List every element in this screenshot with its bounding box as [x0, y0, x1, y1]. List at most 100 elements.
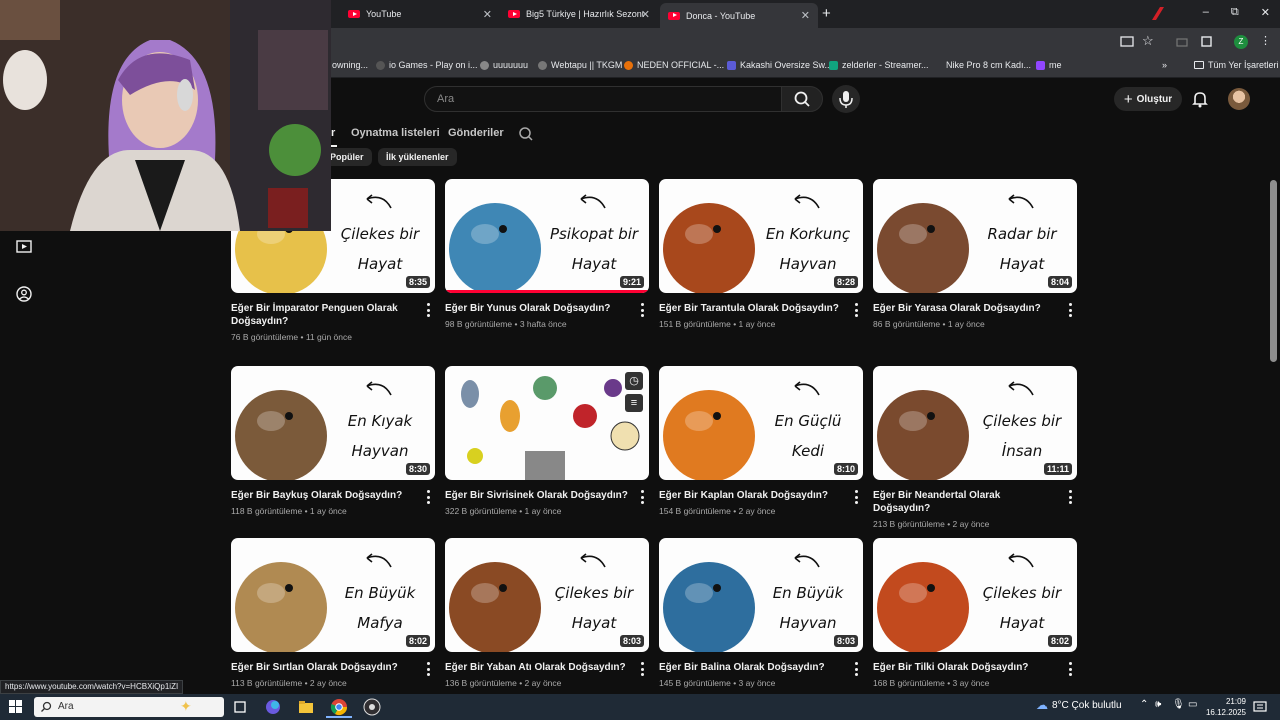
- video-title[interactable]: Eğer Bir Baykuş Olarak Doğsaydın?: [231, 489, 435, 502]
- video-title[interactable]: Eğer Bir Tilki Olarak Doğsaydın?: [873, 661, 1077, 674]
- bookmark-item[interactable]: owning...: [332, 60, 368, 70]
- restore-icon[interactable]: ⧉: [1231, 6, 1239, 19]
- video-thumbnail[interactable]: Psikopat bir Hayat 9:21: [445, 179, 649, 293]
- your-videos-icon[interactable]: [16, 238, 32, 254]
- profile-avatar[interactable]: Z: [1234, 35, 1248, 49]
- video-title[interactable]: Eğer Bir İmparator Penguen Olarak Doğsay…: [231, 302, 435, 328]
- more-actions-icon[interactable]: [855, 490, 859, 504]
- tab-donca[interactable]: Donca - YouTube ✕: [660, 3, 818, 28]
- video-card[interactable]: Çilekes bir İnsan 11:11 Eğer Bir Neandertal…: [873, 366, 1077, 529]
- video-card[interactable]: En Büyük Hayvan 8:03 Eğer Bir Balina Olarak…: [659, 538, 863, 688]
- video-thumbnail[interactable]: En Güçlü Kedi 8:10: [659, 366, 863, 480]
- bookmark-item[interactable]: NEDEN OFFICIAL -...: [624, 60, 724, 70]
- bookmark-star-icon[interactable]: ☆: [1142, 33, 1154, 49]
- video-title[interactable]: Eğer Bir Yunus Olarak Doğsaydın?: [445, 302, 649, 315]
- more-actions-icon[interactable]: [855, 303, 859, 317]
- mic-tray-icon[interactable]: 🎙: [1172, 699, 1185, 710]
- video-thumbnail[interactable]: En Korkunç Hayvan 8:28: [659, 179, 863, 293]
- clock[interactable]: 21:09 16.12.2025: [1200, 696, 1246, 718]
- taskbar-search-input[interactable]: Ara: [34, 697, 224, 717]
- close-icon[interactable]: ✕: [483, 8, 492, 21]
- channel-search-icon[interactable]: [518, 126, 534, 142]
- video-card[interactable]: En Güçlü Kedi 8:10 Eğer Bir Kaplan Olarak D…: [659, 366, 863, 516]
- more-actions-icon[interactable]: [855, 662, 859, 676]
- create-button[interactable]: + Oluştur: [1114, 87, 1182, 111]
- chip-oldest[interactable]: İlk yüklenenler: [378, 148, 457, 166]
- notification-icon[interactable]: [1253, 700, 1267, 714]
- add-to-queue-icon[interactable]: ≡: [625, 394, 643, 412]
- cast-icon[interactable]: [1120, 36, 1134, 48]
- video-title[interactable]: Eğer Bir Sivrisinek Olarak Doğsaydın?: [445, 489, 649, 502]
- video-title[interactable]: Eğer Bir Sırtlan Olarak Doğsaydın?: [231, 661, 435, 674]
- video-title[interactable]: Eğer Bir Neandertal Olarak Doğsaydın?: [873, 489, 1077, 515]
- all-bookmarks-folder[interactable]: Tüm Yer İşaretleri: [1194, 60, 1279, 70]
- extensions-icon[interactable]: [1200, 35, 1213, 48]
- avatar[interactable]: [1228, 88, 1250, 110]
- video-title[interactable]: Eğer Bir Yarasa Olarak Doğsaydın?: [873, 302, 1077, 315]
- video-thumbnail[interactable]: Çilekes bir Hayat 8:03: [445, 538, 649, 652]
- obs-icon[interactable]: [363, 698, 381, 716]
- bookmark-item[interactable]: me: [1036, 60, 1062, 70]
- tab-playlists[interactable]: Oynatma listeleri: [351, 127, 440, 139]
- more-actions-icon[interactable]: [1069, 303, 1073, 317]
- menu-icon[interactable]: ⋮: [1260, 34, 1271, 47]
- video-thumbnail[interactable]: En Büyük Mafya 8:02: [231, 538, 435, 652]
- bell-icon[interactable]: [1190, 89, 1210, 109]
- video-card[interactable]: Çilekes bir Hayat 8:03 Eğer Bir Yaban Atı O…: [445, 538, 649, 688]
- video-card[interactable]: Psikopat bir Hayat 9:21 Eğer Bir Yunus Olar…: [445, 179, 649, 329]
- volume-icon[interactable]: 🕪: [1155, 699, 1161, 710]
- video-title[interactable]: Eğer Bir Balina Olarak Doğsaydın?: [659, 661, 863, 674]
- close-window-icon[interactable]: ✕: [1261, 6, 1270, 19]
- watch-later-icon[interactable]: ◷: [625, 372, 643, 390]
- close-icon[interactable]: ✕: [801, 9, 810, 22]
- video-card[interactable]: En Korkunç Hayvan 8:28 Eğer Bir Tarantula O…: [659, 179, 863, 329]
- more-actions-icon[interactable]: [1069, 490, 1073, 504]
- bookmark-item[interactable]: io Games - Play on i...: [376, 60, 478, 70]
- weather-widget[interactable]: ☁ 8°C Çok bulutlu: [1036, 698, 1122, 712]
- more-actions-icon[interactable]: [641, 303, 645, 317]
- video-card[interactable]: Çilekes bir Hayat 8:02 Eğer Bir Tilki Olara…: [873, 538, 1077, 688]
- account-icon[interactable]: [16, 286, 32, 302]
- video-thumbnail[interactable]: En Kıyak Hayvan 8:30: [231, 366, 435, 480]
- more-actions-icon[interactable]: [1069, 662, 1073, 676]
- new-tab-button[interactable]: +: [822, 5, 831, 22]
- page-scrollbar[interactable]: [1270, 180, 1277, 362]
- bookmark-item[interactable]: uuuuuuu: [480, 60, 528, 70]
- video-card[interactable]: En Büyük Mafya 8:02 Eğer Bir Sırtlan Olarak…: [231, 538, 435, 688]
- video-thumbnail[interactable]: Çilekes bir İnsan 11:11: [873, 366, 1077, 480]
- video-title[interactable]: Eğer Bir Tarantula Olarak Doğsaydın?: [659, 302, 863, 315]
- video-thumbnail[interactable]: ◷ ≡: [445, 366, 649, 480]
- extension-logo-icon[interactable]: [1148, 4, 1168, 24]
- video-title[interactable]: Eğer Bir Yaban Atı Olarak Doğsaydın?: [445, 661, 649, 674]
- chrome-icon[interactable]: [330, 698, 348, 716]
- tab-posts[interactable]: Gönderiler: [448, 127, 504, 139]
- voice-search-button[interactable]: [832, 85, 860, 113]
- close-icon[interactable]: ✕: [641, 8, 650, 21]
- video-thumbnail[interactable]: Çilekes bir Hayat 8:02: [873, 538, 1077, 652]
- cloud-icon[interactable]: [1176, 36, 1188, 48]
- task-view-icon[interactable]: [231, 698, 249, 716]
- bookmark-item[interactable]: Nike Pro 8 cm Kadı...: [946, 60, 1031, 70]
- windows-start-icon[interactable]: [9, 700, 23, 714]
- bookmarks-overflow-icon[interactable]: »: [1162, 60, 1167, 70]
- video-thumbnail[interactable]: Radar bir Hayat 8:04: [873, 179, 1077, 293]
- more-actions-icon[interactable]: [427, 662, 431, 676]
- more-actions-icon[interactable]: [641, 662, 645, 676]
- search-input[interactable]: Ara: [424, 86, 782, 112]
- video-title[interactable]: Eğer Bir Kaplan Olarak Doğsaydın?: [659, 489, 863, 502]
- video-card[interactable]: En Kıyak Hayvan 8:30 Eğer Bir Baykuş Olarak…: [231, 366, 435, 516]
- more-actions-icon[interactable]: [427, 490, 431, 504]
- video-card[interactable]: Radar bir Hayat 8:04 Eğer Bir Yarasa Olarak…: [873, 179, 1077, 329]
- tab-videos[interactable]: r: [331, 127, 335, 139]
- tab-youtube[interactable]: YouTube ✕: [340, 3, 500, 25]
- network-icon[interactable]: ▭: [1188, 699, 1197, 710]
- minimize-icon[interactable]: –: [1203, 6, 1209, 19]
- video-card[interactable]: ◷ ≡ Eğer Bir Sivrisinek Olarak Doğsaydın? 3…: [445, 366, 649, 516]
- tray-expand-icon[interactable]: ⌃: [1140, 699, 1148, 710]
- more-actions-icon[interactable]: [641, 490, 645, 504]
- bookmark-item[interactable]: Kakashi Oversize Sw...: [727, 60, 832, 70]
- bookmark-item[interactable]: zelderler - Streamer...: [829, 60, 929, 70]
- video-thumbnail[interactable]: En Büyük Hayvan 8:03: [659, 538, 863, 652]
- copilot-icon[interactable]: [264, 698, 282, 716]
- bookmark-item[interactable]: Webtapu || TKGM: [538, 60, 622, 70]
